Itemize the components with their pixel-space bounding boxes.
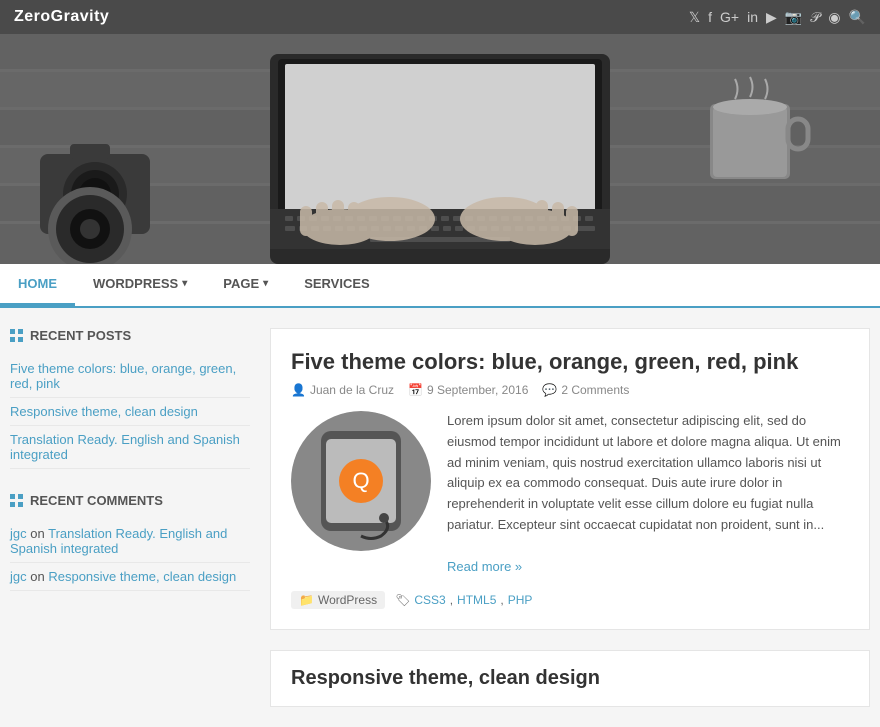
google-plus-icon[interactable]: G+ <box>720 9 739 26</box>
grid-icon-2 <box>10 494 24 508</box>
instagram-icon[interactable]: 📷 <box>785 9 802 26</box>
post-comments-meta: 💬 2 Comments <box>542 383 629 397</box>
nav-services[interactable]: SERVICES <box>286 264 388 306</box>
twitter-icon[interactable]: 𝕏 <box>689 9 700 26</box>
grid-icon <box>10 329 24 343</box>
social-icons: 𝕏 f G+ in ▶ 📷 𝒫 ◉ 🔍 <box>689 9 866 26</box>
post-1-body: Q Lorem ipsum dolor sit amet, consectetu… <box>291 411 849 577</box>
tag-icon: 🏷 <box>395 593 410 607</box>
main-content: RECENT POSTS Five theme colors: blue, or… <box>0 308 880 727</box>
recent-post-2[interactable]: Responsive theme, clean design <box>10 398 250 426</box>
facebook-icon[interactable]: f <box>708 9 712 26</box>
post-author-meta: 👤 Juan de la Cruz <box>291 383 394 397</box>
svg-text:Q: Q <box>352 468 369 493</box>
post-2-title[interactable]: Responsive theme, clean design <box>270 650 870 707</box>
folder-icon: 📁 <box>299 593 314 607</box>
tag-css3[interactable]: CSS3 <box>414 593 445 607</box>
recent-comment-1: jgc on Translation Ready. English and Sp… <box>10 520 250 563</box>
hero-image <box>0 34 880 264</box>
search-icon[interactable]: 🔍 <box>849 9 866 26</box>
read-more-link[interactable]: Read more » <box>447 559 522 574</box>
recent-comment-2: jgc on Responsive theme, clean design <box>10 563 250 591</box>
post-1-meta: 👤 Juan de la Cruz 📅 9 September, 2016 💬 … <box>291 383 849 397</box>
recent-post-3[interactable]: Translation Ready. English and Spanish i… <box>10 426 250 469</box>
site-header: ZeroGravity 𝕏 f G+ in ▶ 📷 𝒫 ◉ 🔍 <box>0 0 880 34</box>
tag-html5[interactable]: HTML5 <box>457 593 496 607</box>
recent-posts-title: RECENT POSTS <box>10 328 250 343</box>
content-area: Five theme colors: blue, orange, green, … <box>270 328 870 707</box>
post-category: 📁 WordPress <box>291 591 385 609</box>
post-1: Five theme colors: blue, orange, green, … <box>270 328 870 630</box>
wordpress-dropdown-arrow: ▾ <box>182 278 187 289</box>
nav-page[interactable]: PAGE ▾ <box>205 264 286 306</box>
sidebar: RECENT POSTS Five theme colors: blue, or… <box>10 328 250 707</box>
sidebar-recent-posts: RECENT POSTS Five theme colors: blue, or… <box>10 328 250 469</box>
recent-comments-title: RECENT COMMENTS <box>10 493 250 508</box>
sidebar-recent-comments: RECENT COMMENTS jgc on Translation Ready… <box>10 493 250 591</box>
tag-php[interactable]: PHP <box>508 593 533 607</box>
recent-post-1[interactable]: Five theme colors: blue, orange, green, … <box>10 355 250 398</box>
youtube-icon[interactable]: ▶ <box>766 9 777 26</box>
nav-home[interactable]: HOME <box>0 264 75 306</box>
post-tags: 🏷 CSS3, HTML5, PHP <box>395 593 532 607</box>
site-title[interactable]: ZeroGravity <box>14 8 109 26</box>
pinterest-icon[interactable]: 𝒫 <box>810 9 820 26</box>
post-date-meta: 📅 9 September, 2016 <box>408 383 528 397</box>
post-1-text: Lorem ipsum dolor sit amet, consectetur … <box>447 411 849 577</box>
post-1-footer: 📁 WordPress 🏷 CSS3, HTML5, PHP <box>291 591 849 609</box>
comment-icon: 💬 <box>542 383 557 397</box>
user-icon: 👤 <box>291 383 306 397</box>
linkedin-icon[interactable]: in <box>747 9 758 26</box>
nav-wordpress[interactable]: WORDPRESS ▾ <box>75 264 205 306</box>
calendar-icon: 📅 <box>408 383 423 397</box>
post-1-title[interactable]: Five theme colors: blue, orange, green, … <box>291 349 849 375</box>
rss-icon[interactable]: ◉ <box>828 9 840 26</box>
nav-bar: HOME WORDPRESS ▾ PAGE ▾ SERVICES <box>0 264 880 308</box>
post-1-thumbnail: Q <box>291 411 431 551</box>
page-dropdown-arrow: ▾ <box>263 278 268 289</box>
